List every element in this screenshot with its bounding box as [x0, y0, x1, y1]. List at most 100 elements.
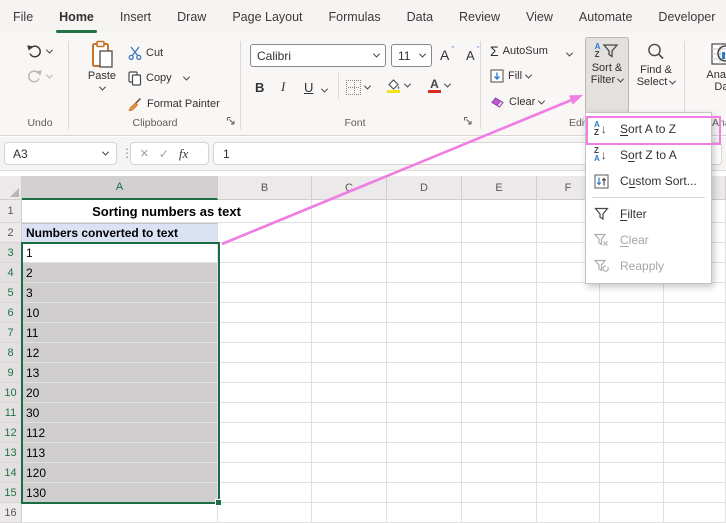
tab-automate[interactable]: Automate [566, 0, 646, 33]
cell-C10[interactable] [312, 383, 387, 403]
cell-F15[interactable] [537, 483, 600, 503]
cell-H10[interactable] [664, 383, 726, 403]
row-header-4[interactable]: 4 [0, 263, 22, 283]
cell-C11[interactable] [312, 403, 387, 423]
paste-button[interactable]: Paste [80, 40, 124, 91]
cell-F9[interactable] [537, 363, 600, 383]
cell-D5[interactable] [387, 283, 462, 303]
cell-E8[interactable] [462, 343, 537, 363]
copy-button[interactable]: Copy [128, 68, 189, 88]
cell-B6[interactable] [218, 303, 312, 323]
cell-H6[interactable] [664, 303, 726, 323]
cell-A4[interactable]: 2 [22, 263, 218, 283]
find-select-button[interactable]: Find & Select [631, 37, 681, 113]
cell-E2[interactable] [462, 223, 537, 243]
fill-color-button[interactable] [386, 75, 410, 95]
cell-H5[interactable] [664, 283, 726, 303]
tab-draw[interactable]: Draw [164, 0, 219, 33]
menu-item-sort-z-to-a[interactable]: ZA↓Sort Z to A [586, 142, 711, 168]
autosum-dropdown[interactable] [567, 44, 572, 64]
cell-C14[interactable] [312, 463, 387, 483]
tab-data[interactable]: Data [394, 0, 446, 33]
font-dialog-launcher-icon[interactable] [463, 116, 473, 126]
cell-G12[interactable] [600, 423, 664, 443]
cell-E10[interactable] [462, 383, 537, 403]
cell-H13[interactable] [664, 443, 726, 463]
cell-A5[interactable]: 3 [22, 283, 218, 303]
grow-font-button[interactable]: Aˆ [440, 45, 454, 65]
cell-E1[interactable] [462, 200, 537, 223]
clipboard-dialog-launcher-icon[interactable] [226, 116, 236, 126]
cell-C8[interactable] [312, 343, 387, 363]
cell-A8[interactable]: 12 [22, 343, 218, 363]
clear-button[interactable]: Clear [490, 92, 544, 112]
cell-G14[interactable] [600, 463, 664, 483]
row-header-6[interactable]: 6 [0, 303, 22, 323]
cell-A2[interactable]: Numbers converted to text [22, 223, 218, 243]
row-header-14[interactable]: 14 [0, 463, 22, 483]
fill-handle[interactable] [215, 499, 222, 506]
column-header-C[interactable]: C [312, 176, 387, 200]
cell-H12[interactable] [664, 423, 726, 443]
cell-E6[interactable] [462, 303, 537, 323]
menu-item-filter[interactable]: Filter [586, 201, 711, 227]
name-box[interactable]: A3 [4, 142, 117, 165]
cell-B9[interactable] [218, 363, 312, 383]
row-header-12[interactable]: 12 [0, 423, 22, 443]
cell-E13[interactable] [462, 443, 537, 463]
tab-page-layout[interactable]: Page Layout [219, 0, 315, 33]
cell-E11[interactable] [462, 403, 537, 423]
cell-F10[interactable] [537, 383, 600, 403]
analyze-data-button[interactable]: Analyze Data [690, 37, 726, 113]
font-name-combo[interactable]: Calibri [250, 44, 386, 67]
cell-D12[interactable] [387, 423, 462, 443]
cell-G15[interactable] [600, 483, 664, 503]
cell-B5[interactable] [218, 283, 312, 303]
select-all-corner[interactable] [0, 176, 22, 200]
row-header-7[interactable]: 7 [0, 323, 22, 343]
sort-filter-button[interactable]: AZ Sort & Filter [585, 37, 629, 113]
cell-E3[interactable] [462, 243, 537, 263]
cell-F5[interactable] [537, 283, 600, 303]
cell-C9[interactable] [312, 363, 387, 383]
borders-button[interactable] [346, 77, 370, 97]
fx-icon[interactable]: fx [179, 146, 188, 162]
row-header-2[interactable]: 2 [0, 223, 22, 243]
cell-G9[interactable] [600, 363, 664, 383]
cell-C6[interactable] [312, 303, 387, 323]
cell-A14[interactable]: 120 [22, 463, 218, 483]
cell-H11[interactable] [664, 403, 726, 423]
cell-B8[interactable] [218, 343, 312, 363]
cell-B14[interactable] [218, 463, 312, 483]
cancel-icon[interactable]: × [140, 149, 149, 159]
cell-H7[interactable] [664, 323, 726, 343]
cell-E4[interactable] [462, 263, 537, 283]
menu-item-custom-sort[interactable]: Custom Sort... [586, 168, 711, 194]
row-header-11[interactable]: 11 [0, 403, 22, 423]
bold-button[interactable]: B [255, 77, 264, 97]
cell-H9[interactable] [664, 363, 726, 383]
cell-F8[interactable] [537, 343, 600, 363]
cell-B13[interactable] [218, 443, 312, 463]
cell-B16[interactable] [218, 503, 312, 523]
cell-C12[interactable] [312, 423, 387, 443]
column-header-E[interactable]: E [462, 176, 537, 200]
cell-G8[interactable] [600, 343, 664, 363]
cell-A9[interactable]: 13 [22, 363, 218, 383]
cell-G10[interactable] [600, 383, 664, 403]
cell-H14[interactable] [664, 463, 726, 483]
cell-D2[interactable] [387, 223, 462, 243]
underline-dropdown[interactable] [322, 80, 327, 100]
tab-home[interactable]: Home [46, 0, 107, 33]
cell-A15[interactable]: 130 [22, 483, 218, 503]
tab-view[interactable]: View [513, 0, 566, 33]
enter-check-icon[interactable]: ✓ [159, 147, 169, 161]
cell-E16[interactable] [462, 503, 537, 523]
cell-G11[interactable] [600, 403, 664, 423]
cell-H15[interactable] [664, 483, 726, 503]
cell-E7[interactable] [462, 323, 537, 343]
cell-D8[interactable] [387, 343, 462, 363]
tab-file[interactable]: File [0, 0, 46, 33]
cell-C13[interactable] [312, 443, 387, 463]
cell-A13[interactable]: 113 [22, 443, 218, 463]
